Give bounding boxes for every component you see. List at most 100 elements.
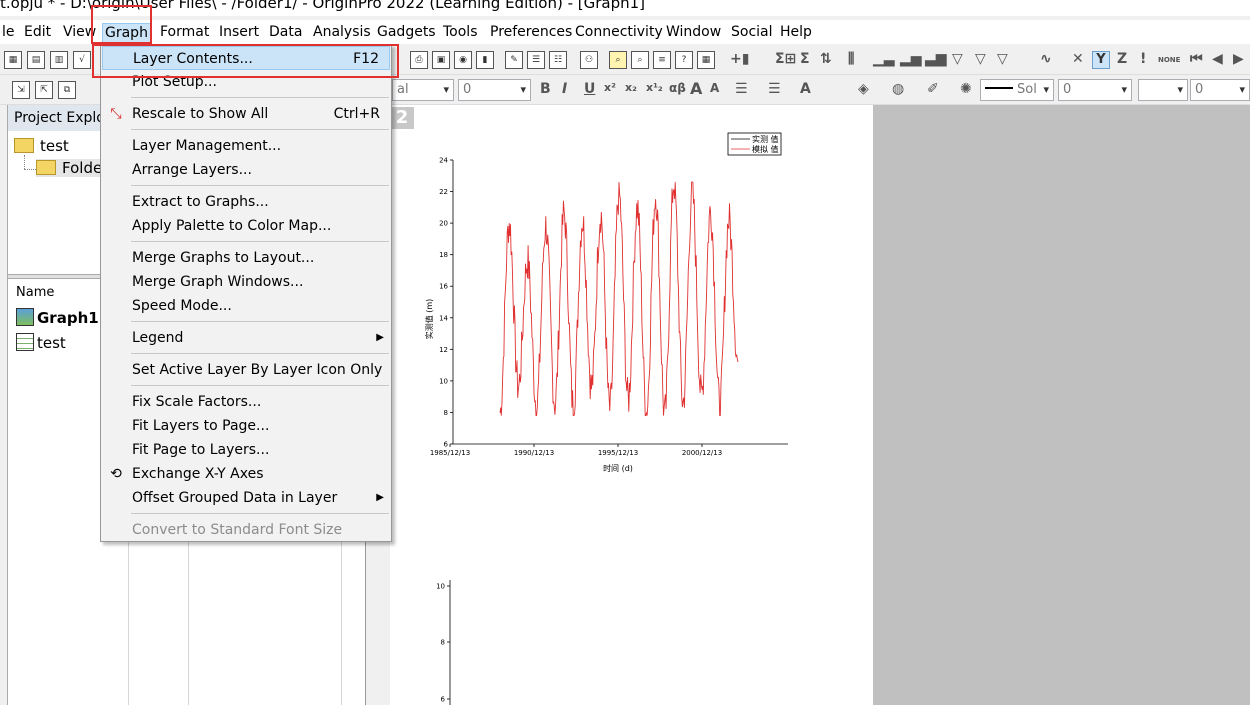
set-z-icon[interactable]: Z bbox=[1117, 51, 1127, 67]
import-multi-icon[interactable]: ⧉ bbox=[58, 81, 76, 99]
data-info-icon[interactable]: ≡ bbox=[653, 51, 671, 69]
zoom-in-icon[interactable]: ⌕ bbox=[609, 51, 627, 69]
first-icon[interactable]: ⏮ bbox=[1190, 51, 1203, 67]
menu-insert[interactable]: Insert bbox=[217, 23, 261, 43]
menu-analysis[interactable]: Analysis bbox=[311, 23, 373, 43]
prev-icon[interactable]: ◀ bbox=[1212, 51, 1223, 67]
menu-item-exchange-xy[interactable]: ⟲ Exchange X-Y Axes bbox=[102, 462, 390, 486]
histogram-icon[interactable]: ▁▃ bbox=[873, 51, 895, 67]
menu-item-plot-setup[interactable]: Plot Setup... bbox=[102, 70, 390, 94]
menu-item-apply-palette[interactable]: Apply Palette to Color Map... bbox=[102, 214, 390, 238]
import-icon[interactable]: ⇲ bbox=[12, 81, 30, 99]
sum-row-icon[interactable]: Σ bbox=[800, 51, 810, 67]
menu-gadgets[interactable]: Gadgets bbox=[375, 23, 438, 43]
subscript-button[interactable]: x₂ bbox=[625, 81, 637, 94]
color-combo[interactable] bbox=[1138, 79, 1188, 101]
set-none-icon[interactable]: NONE bbox=[1158, 56, 1180, 64]
notes-icon[interactable]: ✎ bbox=[505, 51, 523, 69]
legend-box[interactable]: 实测 值 模拟 值 bbox=[727, 132, 782, 156]
menu-item-layer-contents[interactable]: Layer Contents... F12 bbox=[102, 46, 390, 70]
results-log-icon[interactable]: ☰ bbox=[527, 51, 545, 69]
menu-item-speed-mode[interactable]: Speed Mode... bbox=[102, 294, 390, 318]
bold-button[interactable]: B bbox=[540, 81, 551, 97]
list-icon[interactable]: ☰ bbox=[768, 81, 781, 97]
menu-graph[interactable]: Graph bbox=[102, 23, 151, 43]
menu-item-fit-page-to-layers[interactable]: Fit Page to Layers... bbox=[102, 438, 390, 462]
print-icon[interactable]: ⎙ bbox=[410, 51, 428, 69]
code-builder-icon[interactable]: ? bbox=[675, 51, 693, 69]
line-width-combo[interactable]: 0 bbox=[1058, 79, 1132, 101]
menu-item-fix-scale-factors[interactable]: Fix Scale Factors... bbox=[102, 390, 390, 414]
font-size-combo[interactable]: 0 bbox=[458, 79, 531, 101]
menu-connectivity[interactable]: Connectivity bbox=[573, 23, 665, 43]
increase-font-button[interactable]: A bbox=[690, 79, 702, 98]
line-color-icon[interactable]: ✐ bbox=[927, 81, 939, 97]
decrease-font-button[interactable]: A bbox=[710, 81, 719, 95]
italic-button[interactable]: I bbox=[562, 81, 567, 97]
font-color-icon[interactable]: A bbox=[800, 81, 811, 97]
tree-item-test[interactable]: test bbox=[14, 137, 69, 155]
menu-format[interactable]: Format bbox=[158, 23, 211, 43]
list-item-test[interactable]: test bbox=[16, 333, 66, 352]
sum-column-icon[interactable]: Σ⊞ bbox=[775, 51, 796, 67]
menu-item-arrange-layers[interactable]: Arrange Layers... bbox=[102, 158, 390, 182]
new-graph-icon[interactable]: ▤ bbox=[27, 51, 45, 69]
menu-data[interactable]: Data bbox=[267, 23, 304, 43]
menu-item-rescale[interactable]: ⤡ Rescale to Show All Ctrl+R bbox=[102, 102, 390, 126]
tree-item-folder1[interactable]: Folde bbox=[36, 159, 109, 177]
menu-preferences[interactable]: Preferences bbox=[488, 23, 574, 43]
menu-file[interactable]: le bbox=[0, 23, 17, 43]
menu-window[interactable]: Window bbox=[664, 23, 723, 43]
series-simulated-line[interactable] bbox=[499, 181, 739, 417]
greek-button[interactable]: αβ bbox=[669, 81, 686, 95]
layer-icon[interactable]: ▦ bbox=[697, 51, 715, 69]
sort-icon[interactable]: ⇅ bbox=[820, 51, 832, 67]
set-error-icon[interactable]: ! bbox=[1140, 51, 1146, 67]
add-plot-icon[interactable]: +▮ bbox=[730, 51, 749, 67]
zoom-out-icon[interactable]: ⌕ bbox=[631, 51, 649, 69]
menu-tools[interactable]: Tools bbox=[441, 23, 480, 43]
record-icon[interactable]: ◉ bbox=[454, 51, 472, 69]
set-y-icon[interactable]: Y bbox=[1092, 51, 1110, 69]
new-matrix-icon[interactable]: ▥ bbox=[50, 51, 68, 69]
new-function-icon[interactable]: √ bbox=[73, 51, 91, 69]
pattern-icon[interactable]: ◍ bbox=[892, 81, 904, 97]
menu-item-layer-management[interactable]: Layer Management... bbox=[102, 134, 390, 158]
close-x-icon[interactable]: ✕ bbox=[1072, 51, 1084, 67]
menu-help[interactable]: Help bbox=[778, 23, 814, 43]
fill-color-icon[interactable]: ◈ bbox=[858, 81, 869, 97]
menu-edit[interactable]: Edit bbox=[22, 23, 53, 43]
film-icon[interactable]: ▮ bbox=[476, 51, 494, 69]
import-wizard-icon[interactable]: ⇱ bbox=[35, 81, 53, 99]
menu-item-merge-to-layout[interactable]: Merge Graphs to Layout... bbox=[102, 246, 390, 270]
menu-item-extract-to-graphs[interactable]: Extract to Graphs... bbox=[102, 190, 390, 214]
supsub-button[interactable]: x¹₂ bbox=[646, 81, 663, 94]
width-combo-2[interactable]: 0 bbox=[1190, 79, 1250, 101]
menu-item-set-active-layer[interactable]: Set Active Layer By Layer Icon Only bbox=[102, 358, 390, 382]
next-icon[interactable]: ▶ bbox=[1233, 51, 1244, 67]
underline-button[interactable]: U bbox=[584, 81, 595, 97]
project-explorer-icon[interactable]: ⚇ bbox=[580, 51, 598, 69]
bar-chart-icon[interactable]: ▂▅ bbox=[900, 51, 922, 67]
menu-item-offset-grouped[interactable]: Offset Grouped Data in Layer ▶ bbox=[102, 486, 390, 510]
superscript-button[interactable]: x² bbox=[604, 81, 616, 94]
filter-icon[interactable]: ▽ bbox=[952, 51, 963, 67]
font-combo[interactable]: al bbox=[392, 79, 454, 101]
new-workbook-icon[interactable]: ▦ bbox=[4, 51, 22, 69]
list-header-name[interactable]: Name bbox=[16, 285, 54, 300]
menu-view[interactable]: View bbox=[61, 23, 98, 43]
layer1-chart[interactable]: 6 8 10 12 14 16 18 20 22 24 1985/12/13 1990/12/13 19… bbox=[390, 105, 873, 705]
column-chart-icon[interactable]: ▃▆ bbox=[925, 51, 947, 67]
reapply-filter-icon[interactable]: ▽ bbox=[997, 51, 1008, 67]
list-item-graph1[interactable]: Graph1 bbox=[16, 308, 99, 327]
clear-filter-icon[interactable]: ▽ bbox=[975, 51, 986, 67]
menu-social[interactable]: Social bbox=[729, 23, 775, 43]
command-window-icon[interactable]: ☷ bbox=[549, 51, 567, 69]
menu-item-merge-windows[interactable]: Merge Graph Windows... bbox=[102, 270, 390, 294]
align-icon[interactable]: ☰ bbox=[735, 81, 748, 97]
brightness-icon[interactable]: ✺ bbox=[960, 81, 972, 97]
spectrum-icon[interactable]: ∿ bbox=[1040, 51, 1052, 67]
line-style-combo[interactable]: Sol bbox=[980, 79, 1054, 101]
menu-item-fit-layers-to-page[interactable]: Fit Layers to Page... bbox=[102, 414, 390, 438]
menu-item-legend[interactable]: Legend ▶ bbox=[102, 326, 390, 350]
